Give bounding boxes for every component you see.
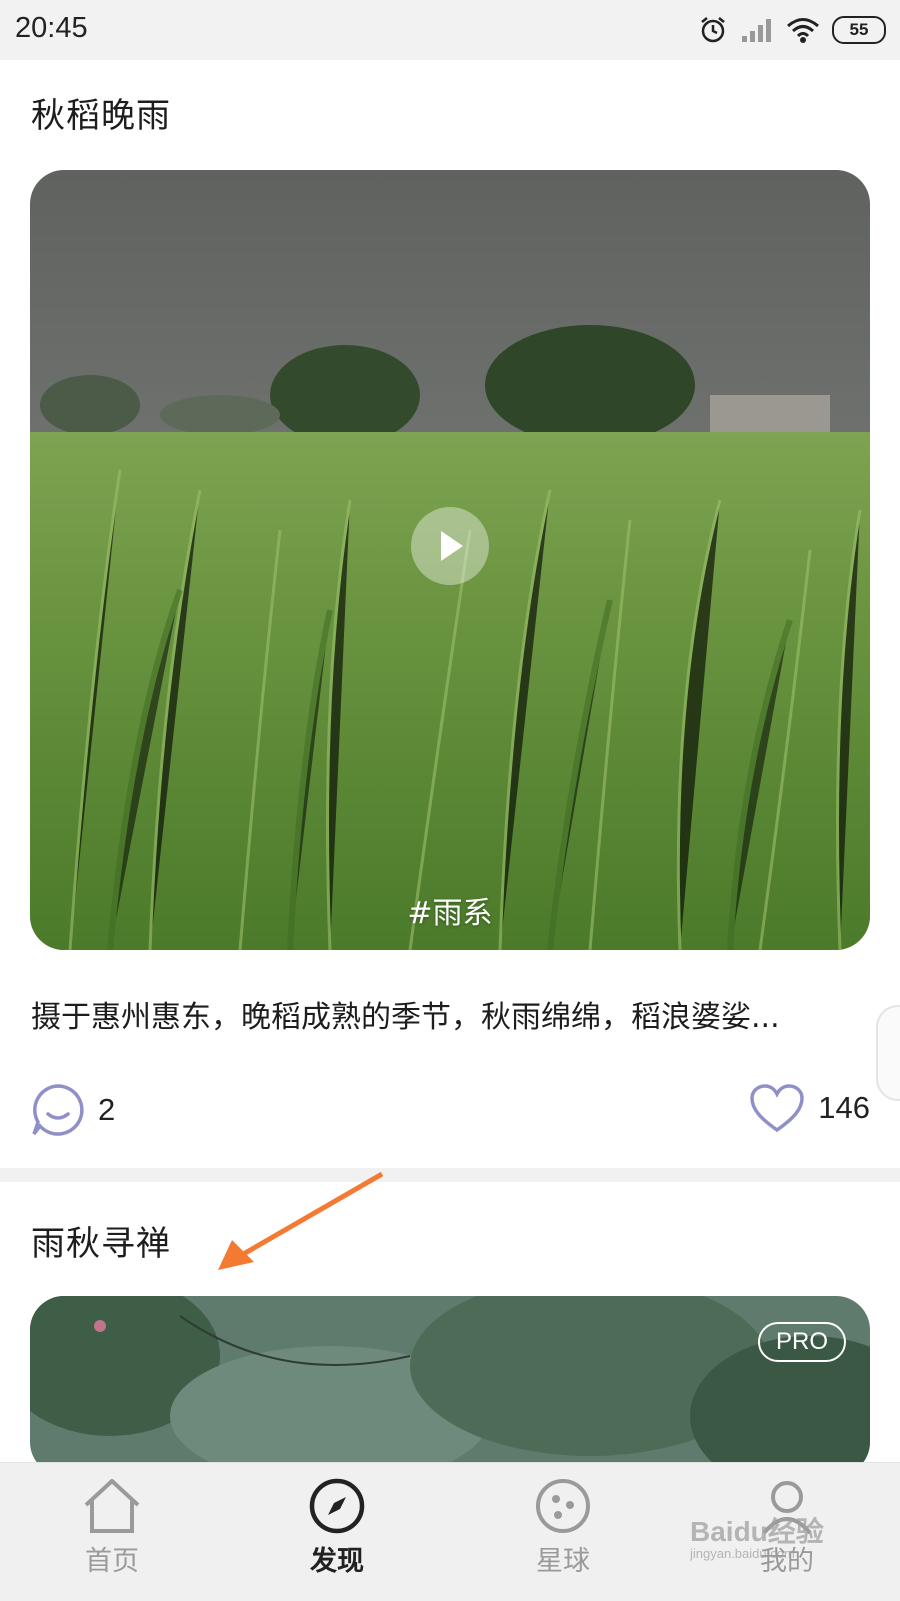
nav-label: 首页	[85, 1546, 139, 1577]
heart-icon	[750, 1084, 805, 1133]
status-icons: 55	[698, 14, 886, 46]
comment-icon	[32, 1084, 84, 1136]
play-icon	[441, 531, 463, 561]
like-count: 146	[818, 1090, 870, 1125]
alarm-icon	[701, 17, 725, 43]
status-bar: 20:45 55	[0, 0, 900, 60]
post-title[interactable]: 雨秋寻禅	[31, 1216, 171, 1265]
battery-icon: 55	[832, 16, 886, 44]
nav-label: 星球	[536, 1546, 590, 1577]
home-icon	[84, 1479, 140, 1533]
play-button[interactable]	[411, 507, 489, 585]
comment-count: 2	[98, 1092, 116, 1127]
post-divider	[0, 1168, 900, 1182]
post-description[interactable]: 摄于惠州惠东，晚稻成熟的季节，秋雨绵绵，稻浪婆娑...	[31, 992, 851, 1036]
cellular-signal-icon	[742, 19, 771, 42]
status-time: 20:45	[15, 12, 88, 44]
post-title[interactable]: 秋稻晚雨	[31, 88, 171, 137]
annotation-arrow-icon	[218, 1171, 384, 1270]
compass-icon	[309, 1478, 365, 1534]
like-button[interactable]: 146	[748, 1082, 870, 1134]
comment-button[interactable]: 2	[30, 1082, 115, 1138]
watermark-subtext: jingyan.baidu.com	[690, 1546, 795, 1561]
nav-planet[interactable]: 星球	[493, 1477, 633, 1578]
watermark: Baidu经验 jingyan.baidu.com	[690, 1510, 824, 1561]
forest-rain-image	[30, 1296, 870, 1476]
planet-icon	[536, 1479, 590, 1533]
pro-badge: PRO	[757, 1322, 846, 1362]
side-drawer-handle[interactable]	[876, 1005, 900, 1101]
nav-home[interactable]: 首页	[42, 1477, 182, 1578]
video-thumbnail[interactable]: #雨系	[30, 170, 870, 950]
post-thumbnail[interactable]: PRO	[30, 1296, 870, 1476]
nav-discover[interactable]: 发现	[267, 1477, 407, 1578]
nav-label: 发现	[310, 1546, 364, 1577]
wifi-icon	[787, 18, 819, 43]
watermark-text: Baidu经验	[690, 1516, 824, 1547]
post-actions: 2 146	[30, 1082, 870, 1142]
topic-tag[interactable]: #雨系	[30, 888, 870, 932]
